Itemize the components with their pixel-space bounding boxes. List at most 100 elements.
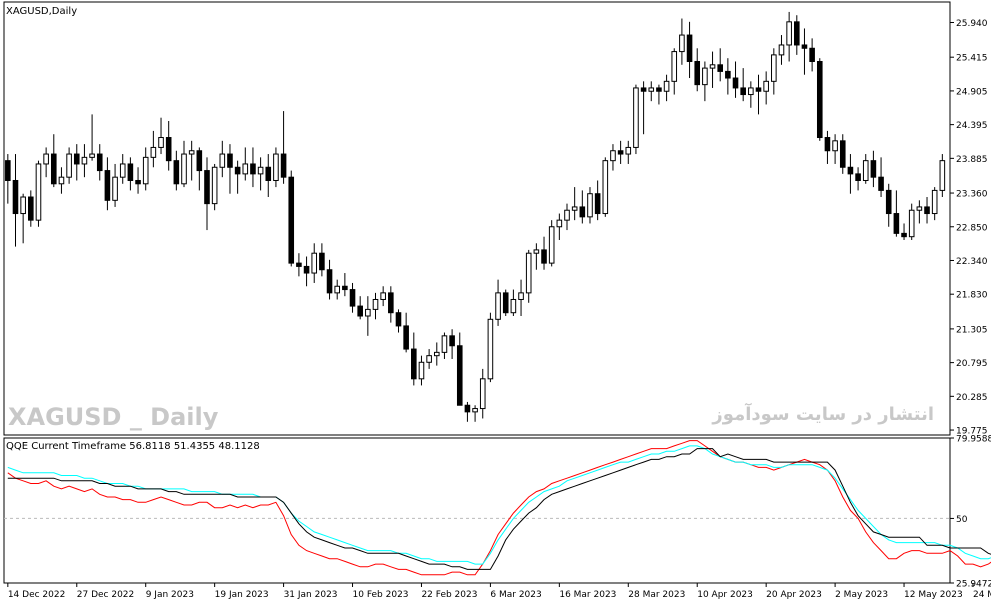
bullish-candle (679, 34, 685, 53)
time-tick-label: 22 Feb 2023 (421, 590, 477, 600)
bullish-candle (273, 153, 279, 181)
bullish-candle (510, 298, 517, 314)
bullish-candle (334, 285, 341, 294)
bullish-candle (587, 193, 593, 218)
bearish-candle (809, 47, 815, 62)
bullish-candle (625, 146, 632, 155)
indicator-title: QQE Current Timeframe 56.8118 51.4355 48… (6, 441, 260, 452)
bearish-candle (411, 348, 417, 380)
time-tick-label: 12 May 2023 (904, 590, 963, 600)
bearish-candle (234, 166, 241, 175)
price-tick-label: 24.905 (956, 87, 988, 97)
bearish-candle (204, 170, 210, 205)
bullish-candle (257, 166, 264, 175)
bearish-candle (280, 153, 287, 178)
bullish-candle (81, 156, 88, 165)
bullish-candle (188, 150, 195, 155)
bearish-candle (656, 87, 662, 92)
time-tick-label: 10 Apr 2023 (697, 590, 753, 600)
bullish-candle (441, 335, 448, 353)
bullish-candle (487, 318, 494, 380)
bullish-candle (671, 51, 678, 82)
price-tick-label: 20.285 (956, 393, 988, 403)
bullish-candle (495, 292, 501, 320)
bullish-candle (479, 378, 486, 410)
time-tick-label: 31 Jan 2023 (284, 590, 338, 600)
bullish-candle (931, 189, 938, 215)
bearish-candle (326, 269, 333, 294)
bullish-candle (862, 160, 869, 181)
bullish-candle (633, 87, 639, 148)
bullish-candle (832, 140, 838, 152)
bearish-candle (73, 153, 80, 165)
price-tick-label: 21.830 (956, 291, 988, 301)
bullish-candle (365, 308, 371, 317)
bearish-candle (250, 163, 256, 175)
bullish-candle (142, 156, 149, 185)
price-tick-label: 22.850 (956, 223, 988, 233)
bullish-candle (763, 80, 769, 92)
bearish-candle (801, 44, 808, 49)
indicator-frame (3, 437, 951, 584)
bearish-candle (28, 196, 34, 221)
price-tick-label: 25.415 (956, 54, 988, 64)
bearish-candle (717, 64, 724, 72)
time-tick-label: 19 Jan 2023 (215, 590, 269, 600)
bullish-candle (556, 219, 563, 228)
bullish-candle (158, 137, 164, 148)
price-tick-label: 23.360 (956, 190, 988, 200)
bearish-candle (924, 206, 930, 215)
bearish-candle (885, 189, 892, 215)
bullish-candle (771, 54, 777, 82)
bullish-candle (748, 87, 754, 96)
bearish-candle (127, 163, 134, 181)
bearish-candle (303, 265, 310, 274)
bearish-candle (794, 21, 800, 46)
price-tick-label: 21.305 (956, 325, 988, 335)
bullish-candle (663, 80, 670, 92)
bullish-candle (242, 163, 249, 175)
bearish-candle (640, 87, 647, 92)
time-tick-label: 28 Mar 2023 (628, 590, 685, 600)
bullish-candle (433, 351, 440, 357)
bearish-candle (878, 176, 884, 191)
bullish-candle (311, 252, 318, 274)
bearish-candle (816, 60, 823, 139)
bearish-candle (50, 153, 57, 185)
bearish-candle (847, 166, 854, 175)
indicator-tick-label: 50 (956, 515, 968, 525)
bullish-candle (564, 209, 570, 221)
bullish-candle (709, 64, 716, 69)
bearish-candle (732, 77, 739, 89)
indicator-tick-label: 79.9588 (956, 435, 991, 445)
chart-window: 25.940 25.415 24.905 24.395 23.885 23.360 22.8… (0, 0, 991, 605)
time-tick-label: 16 Mar 2023 (559, 590, 616, 600)
bullish-candle (610, 150, 616, 162)
chart-canvas: 25.940 25.415 24.905 24.395 23.885 23.360 22.8… (3, 1, 991, 600)
price-tick-label: 24.395 (956, 121, 988, 131)
bullish-candle (525, 252, 532, 294)
price-tick-label: 22.340 (956, 257, 988, 267)
bearish-candle (288, 176, 295, 264)
bearish-candle (104, 170, 111, 201)
bullish-candle (939, 160, 946, 191)
bullish-candle (518, 292, 524, 300)
bullish-candle (150, 146, 157, 158)
bearish-candle (464, 404, 471, 413)
bullish-candle (20, 196, 26, 215)
bullish-candle (908, 209, 915, 238)
bearish-candle (725, 70, 731, 79)
bullish-candle (380, 292, 386, 300)
publisher-watermark: انتشار در سایت سودآموز (711, 402, 934, 425)
bearish-candle (855, 173, 861, 181)
bearish-candle (449, 335, 455, 347)
bullish-candle (66, 153, 72, 178)
bearish-candle (617, 150, 624, 155)
time-tick-label: 20 Apr 2023 (766, 590, 822, 600)
bullish-candle (58, 176, 65, 185)
bearish-candle (296, 262, 302, 267)
bearish-candle (227, 153, 233, 168)
main-plot-area (3, 1, 951, 436)
main-chart-frame (3, 1, 951, 436)
bullish-candle (426, 355, 432, 363)
